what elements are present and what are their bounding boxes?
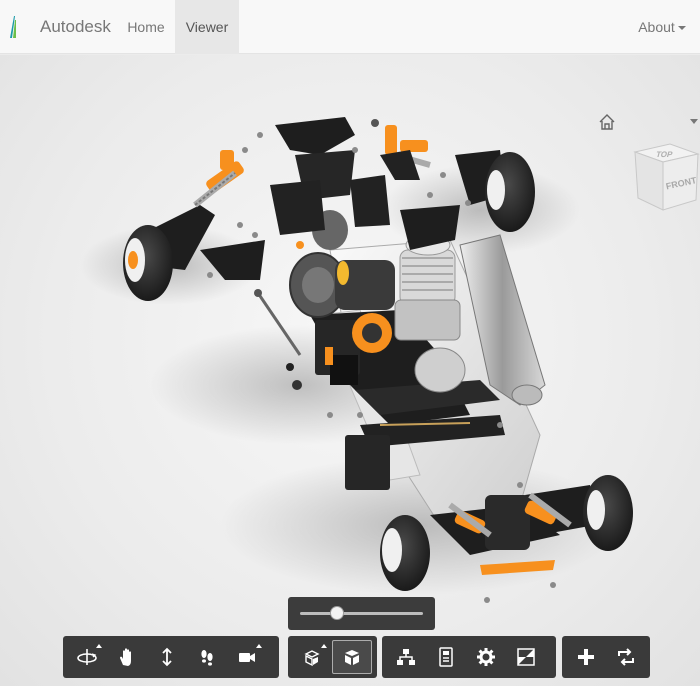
- front-bulkhead: [275, 117, 355, 155]
- nav-viewer[interactable]: Viewer: [175, 0, 239, 54]
- camera-button[interactable]: [227, 640, 267, 674]
- orbit-icon: [77, 649, 97, 665]
- add-icon: [578, 649, 594, 665]
- first-person-icon: [201, 650, 213, 666]
- fullscreen-button[interactable]: [506, 640, 546, 674]
- zoom-icon: [162, 647, 172, 667]
- camera-icon: [239, 653, 255, 662]
- nav-about-dropdown[interactable]: About: [630, 0, 694, 54]
- pan-button[interactable]: [107, 640, 147, 674]
- model-box-button[interactable]: [332, 640, 372, 674]
- rear-left-wheel: [380, 515, 430, 591]
- caret-down-icon: [677, 26, 686, 31]
- home-icon[interactable]: [598, 113, 616, 131]
- zoom-button[interactable]: [147, 640, 187, 674]
- viewcube-menu-caret-icon[interactable]: [690, 119, 698, 124]
- model-tools-toolbar: [382, 636, 556, 678]
- fullscreen-icon: [517, 648, 535, 666]
- model-box-icon: [345, 650, 359, 665]
- navbar: Autodesk Home Viewer About: [0, 0, 700, 54]
- refresh-button[interactable]: [606, 640, 646, 674]
- pan-icon: [120, 648, 131, 666]
- shock-absorber-fl: [193, 150, 244, 208]
- nav-home[interactable]: Home: [117, 0, 175, 54]
- more-options-caret-icon: [321, 644, 327, 648]
- explode-slider-panel: [288, 597, 435, 630]
- rear-right-wheel: [583, 475, 633, 551]
- explode-button[interactable]: [292, 640, 332, 674]
- front-right-wheel: [485, 152, 535, 232]
- nav-about-label: About: [638, 19, 675, 35]
- exploded-rc-car-model: [80, 117, 633, 603]
- viewer-canvas[interactable]: TOP FRONT: [0, 55, 700, 686]
- viewcube-top-label: TOP: [655, 150, 674, 159]
- navigation-toolbar: [63, 636, 279, 678]
- autodesk-logo-icon: [10, 16, 16, 38]
- extensions-toolbar: [562, 636, 650, 678]
- more-options-caret-icon: [96, 644, 102, 648]
- explode-toolbar: [288, 636, 377, 678]
- settings-button[interactable]: [466, 640, 506, 674]
- front-left-wheel: [123, 225, 173, 301]
- refresh-icon: [618, 648, 634, 666]
- settings-icon: [477, 648, 495, 666]
- first-person-button[interactable]: [187, 640, 227, 674]
- more-options-caret-icon: [256, 644, 262, 648]
- explode-slider-track[interactable]: [300, 612, 423, 615]
- structure-icon: [397, 649, 415, 665]
- add-button[interactable]: [566, 640, 606, 674]
- properties-icon: [439, 647, 453, 667]
- properties-button[interactable]: [426, 640, 466, 674]
- viewcube[interactable]: TOP FRONT: [630, 140, 700, 215]
- explode-icon: [304, 650, 320, 667]
- brand-name: Autodesk: [40, 17, 111, 36]
- model-structure-button[interactable]: [386, 640, 426, 674]
- orbit-button[interactable]: [67, 640, 107, 674]
- explode-slider-thumb[interactable]: [329, 606, 344, 620]
